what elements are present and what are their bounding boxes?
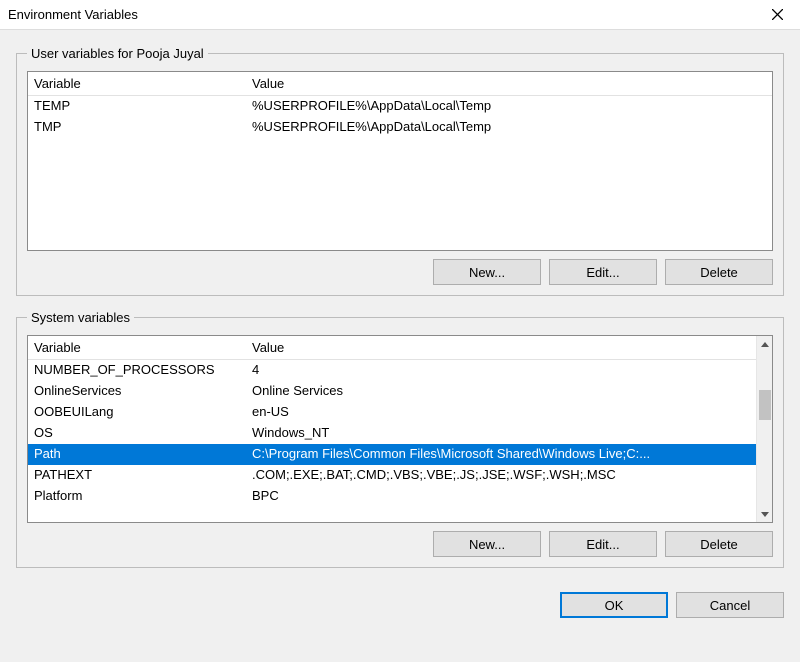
close-button[interactable] xyxy=(755,0,800,30)
user-new-button[interactable]: New... xyxy=(433,259,541,285)
user-buttons: New... Edit... Delete xyxy=(27,259,773,285)
user-variables-legend: User variables for Pooja Juyal xyxy=(27,46,208,61)
list-row[interactable]: TMP%USERPROFILE%\AppData\Local\Temp xyxy=(28,117,772,138)
list-row[interactable]: OOBEUILangen-US xyxy=(28,402,756,423)
cell-variable: OS xyxy=(28,423,246,444)
cell-variable: OnlineServices xyxy=(28,381,246,402)
column-header-value[interactable]: Value xyxy=(246,336,756,359)
cell-variable: Path xyxy=(28,444,246,465)
cell-variable: TEMP xyxy=(28,96,246,117)
scroll-up-icon[interactable] xyxy=(757,336,773,352)
list-row[interactable]: TEMP%USERPROFILE%\AppData\Local\Temp xyxy=(28,96,772,117)
system-buttons: New... Edit... Delete xyxy=(27,531,773,557)
titlebar: Environment Variables xyxy=(0,0,800,30)
cell-value: en-US xyxy=(246,402,756,423)
cell-variable: Platform xyxy=(28,486,246,507)
column-header-variable[interactable]: Variable xyxy=(28,336,246,359)
cell-value: %USERPROFILE%\AppData\Local\Temp xyxy=(246,117,772,138)
cell-variable: NUMBER_OF_PROCESSORS xyxy=(28,360,246,381)
list-row[interactable]: OnlineServicesOnline Services xyxy=(28,381,756,402)
cell-variable: OOBEUILang xyxy=(28,402,246,423)
user-delete-button[interactable]: Delete xyxy=(665,259,773,285)
cell-value: %USERPROFILE%\AppData\Local\Temp xyxy=(246,96,772,117)
system-variables-legend: System variables xyxy=(27,310,134,325)
cell-variable: TMP xyxy=(28,117,246,138)
system-new-button[interactable]: New... xyxy=(433,531,541,557)
list-row[interactable]: OSWindows_NT xyxy=(28,423,756,444)
close-icon xyxy=(772,9,783,20)
ok-button[interactable]: OK xyxy=(560,592,668,618)
system-delete-button[interactable]: Delete xyxy=(665,531,773,557)
list-row[interactable]: PathC:\Program Files\Common Files\Micros… xyxy=(28,444,756,465)
list-header: Variable Value xyxy=(28,72,772,96)
cell-value: C:\Program Files\Common Files\Microsoft … xyxy=(246,444,756,465)
cancel-button[interactable]: Cancel xyxy=(676,592,784,618)
column-header-value[interactable]: Value xyxy=(246,72,772,95)
user-edit-button[interactable]: Edit... xyxy=(549,259,657,285)
dialog-footer: OK Cancel xyxy=(0,592,800,632)
dialog-body: User variables for Pooja Juyal Variable … xyxy=(0,30,800,592)
cell-value: Online Services xyxy=(246,381,756,402)
list-row[interactable]: PlatformBPC xyxy=(28,486,756,507)
cell-value: 4 xyxy=(246,360,756,381)
vertical-scrollbar[interactable] xyxy=(756,336,772,522)
column-header-variable[interactable]: Variable xyxy=(28,72,246,95)
scroll-thumb[interactable] xyxy=(759,390,771,420)
cell-value: Windows_NT xyxy=(246,423,756,444)
user-variables-group: User variables for Pooja Juyal Variable … xyxy=(16,46,784,296)
scroll-track[interactable] xyxy=(757,352,773,506)
system-variables-list[interactable]: Variable Value NUMBER_OF_PROCESSORS4Onli… xyxy=(27,335,773,523)
system-variables-group: System variables Variable Value NUMBER_O… xyxy=(16,310,784,568)
window-title: Environment Variables xyxy=(8,7,138,22)
user-variables-list[interactable]: Variable Value TEMP%USERPROFILE%\AppData… xyxy=(27,71,773,251)
list-header: Variable Value xyxy=(28,336,756,360)
list-row[interactable]: NUMBER_OF_PROCESSORS4 xyxy=(28,360,756,381)
cell-variable: PATHEXT xyxy=(28,465,246,486)
scroll-down-icon[interactable] xyxy=(757,506,773,522)
system-edit-button[interactable]: Edit... xyxy=(549,531,657,557)
cell-value: BPC xyxy=(246,486,756,507)
cell-value: .COM;.EXE;.BAT;.CMD;.VBS;.VBE;.JS;.JSE;.… xyxy=(246,465,756,486)
list-row[interactable]: PATHEXT.COM;.EXE;.BAT;.CMD;.VBS;.VBE;.JS… xyxy=(28,465,756,486)
